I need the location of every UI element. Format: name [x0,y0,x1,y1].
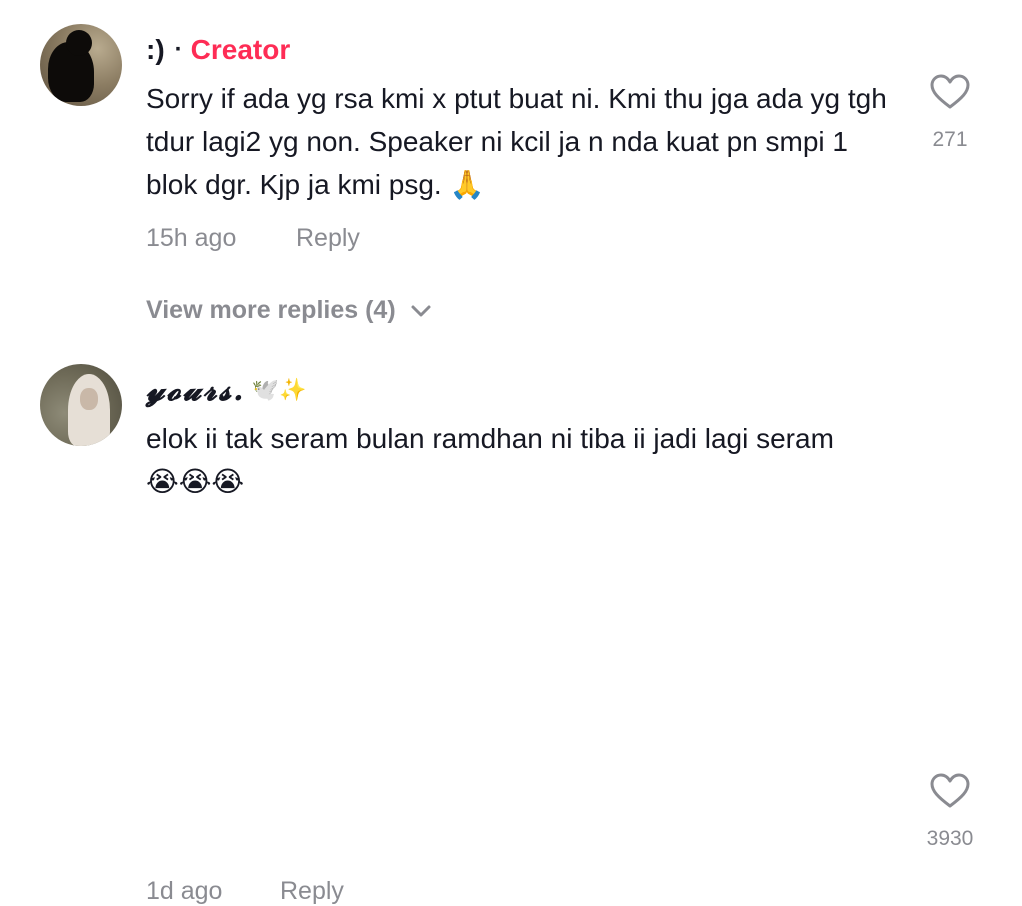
like-count: 3930 [926,827,974,850]
username[interactable]: 𝔂𝓸𝓾𝓻𝓼. [146,373,246,408]
like-control[interactable]: 271 [914,74,986,152]
reply-button[interactable]: Reply [280,877,344,906]
heart-outline-icon[interactable] [930,773,970,809]
like-control[interactable]: 3930 [914,773,986,851]
comment-header: :) · Creator [146,30,290,70]
avatar[interactable] [40,364,122,446]
view-more-replies-label: View more replies (4) [146,296,396,324]
comment-meta: 1d ago Reply [146,877,344,906]
comment-text: elok ii tak seram bulan ramdhan ni tiba … [146,423,834,497]
badge-separator: · [174,36,183,63]
heart-outline-icon[interactable] [930,74,970,110]
username[interactable]: :) [146,34,165,66]
reply-button[interactable]: Reply [296,224,360,253]
chevron-down-icon [411,305,431,316]
creator-badge: Creator [190,34,291,65]
comment-meta: 15h ago Reply [146,224,360,253]
comment-time: 1d ago [146,877,223,905]
avatar-face [80,388,98,410]
avatar-veil [68,374,110,446]
view-more-replies-button[interactable]: View more replies (4) [146,296,432,325]
comment-time: 15h ago [146,224,237,252]
like-count: 271 [932,128,968,151]
comment-text: Sorry if ada yg rsa kmi x ptut buat ni. … [146,83,887,200]
comment-header: 𝔂𝓸𝓾𝓻𝓼. 🕊️✨ [146,368,306,412]
username-emoji: 🕊️✨ [251,377,307,402]
avatar[interactable] [40,24,122,106]
avatar-figure-head [66,30,92,56]
